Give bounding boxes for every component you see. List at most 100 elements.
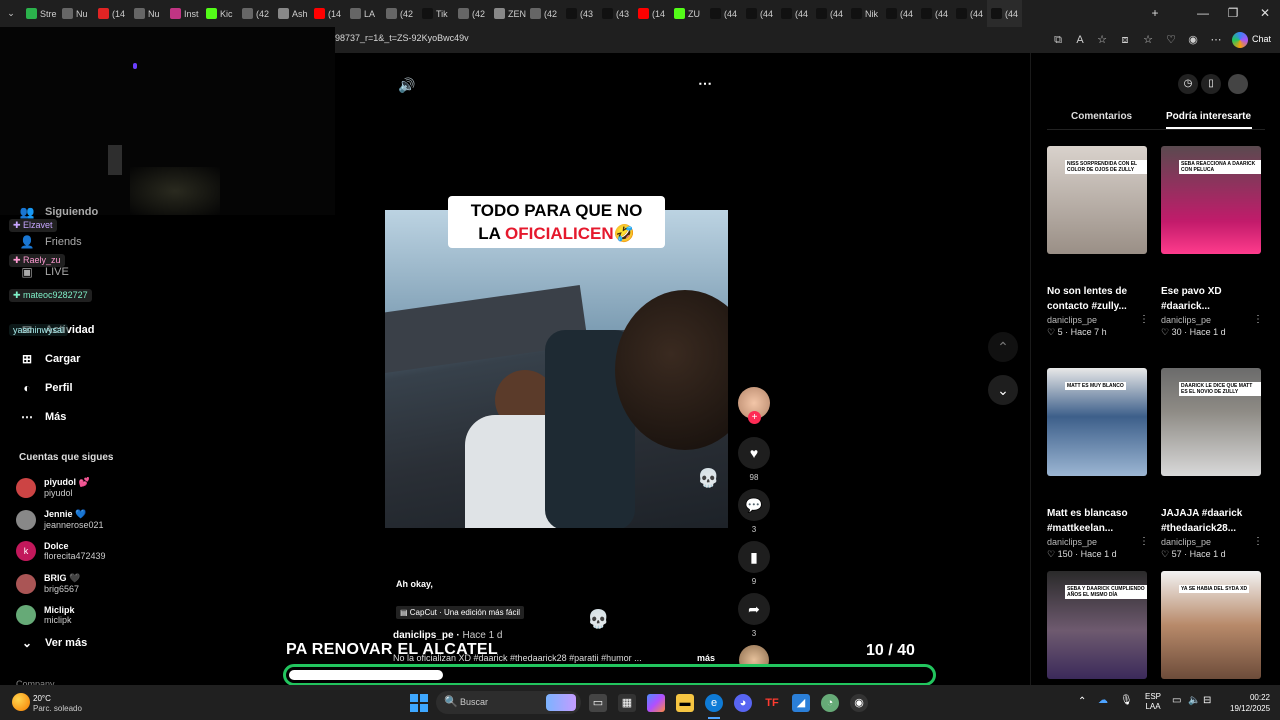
browser-tab[interactable]: Kic — [202, 0, 238, 27]
recommended-video-card[interactable]: SEBA Y DAARICK CUMPLIENDO AÑOS EL MISMO … — [1047, 571, 1149, 679]
sidebar-item-live[interactable]: ▣ LIVE — [19, 265, 69, 279]
like-action[interactable]: ♥ 98 — [738, 437, 770, 482]
minimize-button[interactable]: — — [1188, 0, 1218, 27]
browser-tab[interactable]: Ash — [274, 0, 310, 27]
browser-tab[interactable]: (14 — [94, 0, 130, 27]
browser-tab[interactable]: (43 — [598, 0, 634, 27]
card-options-icon[interactable]: ⋮ — [1253, 536, 1263, 547]
capcut-tag[interactable]: ▤ CapCut · Una edición más fácil — [396, 606, 525, 619]
clock[interactable]: 00:22 19/12/2025 — [1230, 692, 1270, 714]
author-line[interactable]: daniclips_pe · Hace 1 d — [393, 630, 503, 641]
tray-chevron-icon[interactable]: ⌃ — [1078, 696, 1086, 707]
browser-tab[interactable]: Nik — [847, 0, 882, 27]
video-thumbnail[interactable]: SEBA Y DAARICK CUMPLIENDO AÑOS EL MISMO … — [1047, 571, 1147, 679]
copilot-icon[interactable] — [1232, 32, 1248, 48]
recommended-video-card[interactable]: NISS SORPRENDIDA CON EL COLOR DE OJOS DE… — [1047, 146, 1149, 338]
tf-app-icon[interactable]: TF — [763, 694, 781, 712]
video-player[interactable]: 💀 — [385, 210, 728, 528]
url-text[interactable]: 98737_r=1&_t=ZS-92KyoBwc49v — [335, 33, 469, 43]
file-explorer-icon[interactable]: ▬ — [676, 694, 694, 712]
photos-icon[interactable]: ◢ — [792, 694, 810, 712]
card-options-icon[interactable]: ⋮ — [1139, 314, 1149, 325]
user-avatar[interactable] — [1228, 74, 1248, 94]
app-icon[interactable]: ◔ — [821, 694, 839, 712]
following-item[interactable]: Miclipk miclipk — [16, 605, 75, 625]
tab-menu[interactable]: ⌄ — [0, 0, 22, 27]
weather-icon[interactable] — [12, 693, 30, 711]
browser-tab[interactable]: (44 — [882, 0, 917, 27]
follow-plus-icon[interactable]: + — [748, 411, 761, 424]
copilot-app-icon[interactable] — [647, 694, 665, 712]
browser-tab[interactable]: (44 — [706, 0, 742, 27]
scroll-down-button[interactable]: ⌄ — [988, 375, 1018, 405]
sidebar-item-friends[interactable]: 👤 Friends — [19, 235, 82, 249]
sidebar-item-following[interactable]: 👥 Siguiendo — [19, 205, 99, 219]
browser-tab[interactable]: (44 — [917, 0, 952, 27]
browser-tab[interactable]: Inst — [166, 0, 202, 27]
recommended-video-card[interactable]: YA SE HABIA DEL SYDA XD — [1161, 571, 1263, 679]
video-thumbnail[interactable]: SEBA REACCIONA A DAARICK CON PELUCA — [1161, 146, 1261, 254]
browser-tab[interactable]: Stre — [22, 0, 58, 27]
chat-button[interactable]: Chat — [1252, 34, 1271, 44]
heart-icon[interactable]: ♥ — [738, 437, 770, 469]
browser-tab[interactable]: Nu — [130, 0, 166, 27]
volume-icon[interactable]: 🔊 — [398, 77, 415, 94]
browser-tab[interactable]: (44 — [952, 0, 987, 27]
start-button[interactable] — [410, 694, 428, 712]
see-more-button[interactable]: ⌄ Ver más — [19, 636, 87, 650]
phone-icon[interactable]: ▯ — [1201, 74, 1221, 94]
browser-tab[interactable]: Tik — [418, 0, 454, 27]
card-options-icon[interactable]: ⋮ — [1253, 314, 1263, 325]
volume-tray-icon[interactable]: 🔈 — [1188, 695, 1200, 706]
following-item[interactable]: k Dolce florecita472439 — [16, 541, 106, 561]
browser-tab[interactable]: LA — [346, 0, 382, 27]
video-thumbnail[interactable]: DAARICK LE DICE QUE MATT ES EL NOVIO DE … — [1161, 368, 1261, 476]
tab-comments[interactable]: Comentarios — [1071, 111, 1132, 122]
comment-icon[interactable]: 💬 — [738, 489, 770, 521]
more-link[interactable]: más — [697, 653, 715, 663]
browser-tab[interactable]: (42 — [238, 0, 274, 27]
new-tab-button[interactable]: + — [1140, 0, 1170, 27]
open-in-app-icon[interactable]: ⧉ — [1050, 32, 1066, 48]
battery-icon[interactable]: ⊟ — [1203, 695, 1211, 706]
recommended-video-card[interactable]: DAARICK LE DICE QUE MATT ES EL NOVIO DE … — [1161, 368, 1263, 560]
following-item[interactable]: piyudol 💕 piyudol — [16, 477, 90, 498]
share-icon[interactable]: ➦ — [738, 593, 770, 625]
tab-interest[interactable]: Podría interesarte — [1166, 111, 1251, 122]
card-options-icon[interactable]: ⋮ — [1139, 536, 1149, 547]
browser-tab[interactable]: (44 — [987, 0, 1022, 27]
recommended-video-card[interactable]: SEBA REACCIONA A DAARICK CON PELUCA Ese p… — [1161, 146, 1263, 338]
onedrive-icon[interactable]: ☁ — [1098, 695, 1108, 706]
browser-tab[interactable]: (43 — [562, 0, 598, 27]
store-icon[interactable]: ▦ — [618, 694, 636, 712]
comment-action[interactable]: 💬 3 — [738, 489, 770, 534]
browser-tab[interactable]: (42 — [382, 0, 418, 27]
browser-tab[interactable]: (14 — [634, 0, 670, 27]
clock-icon[interactable]: ◷ — [1178, 74, 1198, 94]
sidebar-item-profile[interactable]: ◐ Perfil — [19, 381, 72, 395]
video-thumbnail[interactable]: MATT ES MUY BLANCO — [1047, 368, 1147, 476]
task-view-icon[interactable]: ▭ — [589, 694, 607, 712]
video-thumbnail[interactable]: NISS SORPRENDIDA CON EL COLOR DE OJOS DE… — [1047, 146, 1147, 254]
following-item[interactable]: BRIG 🖤 brig6567 — [16, 573, 80, 594]
browser-tab[interactable]: (44 — [812, 0, 847, 27]
extensions-icon[interactable]: ⧈ — [1117, 32, 1133, 48]
browser-tab[interactable]: Nu — [58, 0, 94, 27]
taskbar-search[interactable]: 🔍 Buscar — [436, 691, 581, 714]
edge-icon[interactable]: e — [705, 694, 723, 712]
favorite-icon[interactable]: ☆ — [1094, 32, 1110, 48]
save-action[interactable]: ▮ 9 — [738, 541, 770, 586]
restore-button[interactable]: ❐ — [1218, 0, 1248, 27]
video-options-icon[interactable]: ⋯ — [698, 75, 712, 92]
obs-icon[interactable]: ◉ — [850, 694, 868, 712]
network-icon[interactable]: ▭ — [1172, 695, 1181, 706]
favorites-bar-icon[interactable]: ☆ — [1140, 32, 1156, 48]
mic-icon[interactable]: 🎙 — [1120, 695, 1133, 706]
translate-icon[interactable]: A — [1072, 32, 1088, 48]
share-action[interactable]: ➦ 3 — [738, 593, 770, 638]
close-window-button[interactable]: ✕ — [1250, 0, 1280, 27]
browser-tab[interactable]: (42 — [526, 0, 562, 27]
browser-tab[interactable]: (42 — [454, 0, 490, 27]
sidebar-item-upload[interactable]: ⊞ Cargar — [19, 352, 81, 366]
shield-icon[interactable]: ♡ — [1163, 32, 1179, 48]
